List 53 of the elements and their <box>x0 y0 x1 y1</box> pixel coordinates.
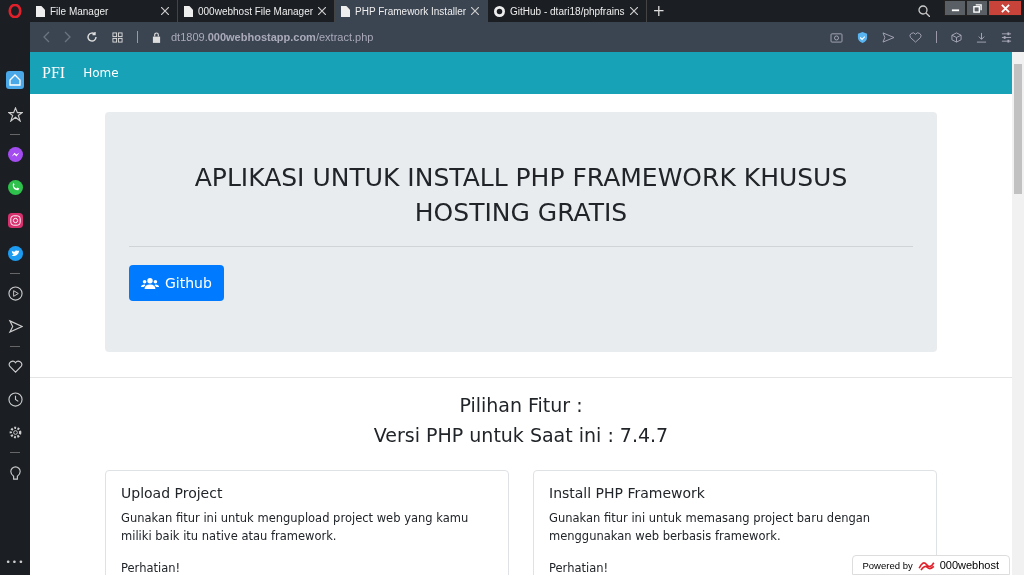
close-icon[interactable] <box>471 7 480 15</box>
badge-label: Powered by <box>862 559 913 571</box>
close-icon[interactable] <box>161 7 169 15</box>
play-icon[interactable] <box>7 286 23 301</box>
grid-icon[interactable] <box>112 31 123 43</box>
card-title: Upload Project <box>121 485 224 501</box>
browser-tab[interactable]: PHP Framework Installer <box>335 0 489 22</box>
card-note: Perhatian! <box>121 560 181 575</box>
reload-icon[interactable] <box>86 31 98 43</box>
shield-icon[interactable] <box>857 30 868 44</box>
card-text: Gunakan fitur ini untuk memasang project baru dengan menggunakan web berbasis framework. <box>549 510 872 545</box>
address-field[interactable]: dt1809.000webhostapp.com/extract.php <box>171 31 374 43</box>
home-icon[interactable] <box>6 71 24 89</box>
opera-logo-icon[interactable] <box>8 4 22 18</box>
minimize-button[interactable] <box>944 0 966 16</box>
close-icon[interactable] <box>318 7 327 15</box>
badge-brand: 000webhost <box>939 559 999 571</box>
page-icon <box>184 5 193 17</box>
cube-icon[interactable] <box>951 31 962 43</box>
close-window-button[interactable] <box>988 0 1022 16</box>
settings-icon[interactable] <box>7 425 23 440</box>
close-icon[interactable] <box>629 7 638 15</box>
heart-icon[interactable] <box>7 359 23 374</box>
page-icon <box>36 5 45 17</box>
more-button[interactable]: ••• <box>5 557 25 567</box>
restore-icon <box>972 3 982 13</box>
scrollbar[interactable] <box>1012 52 1024 575</box>
card-title: Install PHP Framework <box>549 485 706 501</box>
messenger-icon[interactable] <box>7 147 23 162</box>
bird-icon[interactable] <box>7 246 23 261</box>
wave-logo-icon <box>917 559 935 571</box>
chat-phone-icon[interactable] <box>7 180 23 195</box>
star-icon[interactable] <box>7 107 23 122</box>
lock-icon <box>152 31 161 43</box>
search-icon[interactable] <box>918 5 930 17</box>
restore-button[interactable] <box>966 0 988 16</box>
new-tab-button[interactable]: + <box>652 2 666 20</box>
lightbulb-icon[interactable] <box>7 465 23 480</box>
page-title: APLIKASI UNTUK INSTALL PHP FRAMEWORK KHUSUS HOSTING GRATIS <box>193 162 849 229</box>
powered-by-badge[interactable]: Powered by 000webhost <box>851 555 1010 575</box>
card-note: Perhatian! <box>549 560 609 575</box>
close-icon <box>1000 3 1010 13</box>
section-heading: Pilihan Fitur : <box>458 393 584 418</box>
send-icon[interactable] <box>7 319 23 334</box>
camera-icon[interactable] <box>7 213 23 228</box>
card-text: Gunakan fitur ini untuk mengupload project web yang kamu miliki baik itu native atau framework. <box>121 510 470 545</box>
users-icon <box>141 276 159 290</box>
page-icon <box>341 5 351 17</box>
clock-icon[interactable] <box>7 392 23 407</box>
download-icon[interactable] <box>976 31 987 43</box>
php-version-heading: Versi PHP untuk Saat ini : 7.4.7 <box>372 423 670 448</box>
sliders-icon[interactable] <box>1001 31 1012 43</box>
github-button[interactable]: Github <box>129 265 224 301</box>
